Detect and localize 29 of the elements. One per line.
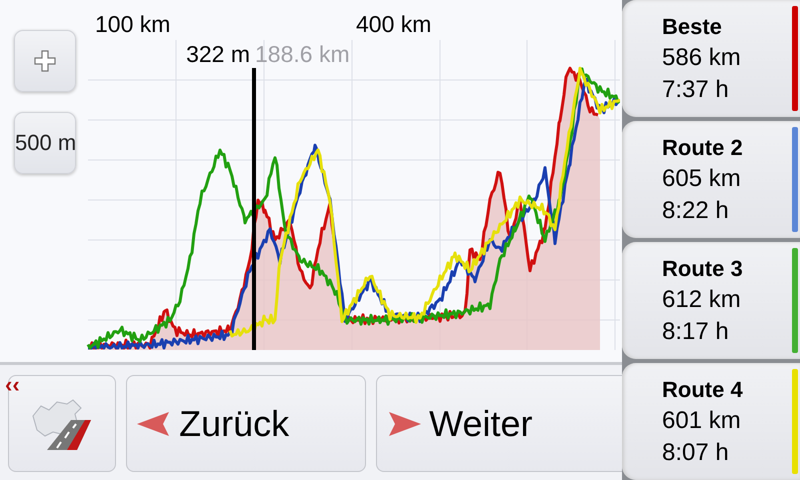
route-time: 8:22 h (662, 196, 730, 224)
route-distance: 605 km (662, 164, 742, 192)
left-arrow-icon (137, 410, 172, 436)
route-overview-button[interactable]: ‹‹ (8, 375, 116, 472)
nav-button[interactable]: Weiter (376, 375, 622, 472)
route-tab[interactable]: Route 4 601 km 8:07 h (622, 363, 800, 480)
distance-label: 400 km (356, 11, 432, 37)
route-time: 8:07 h (662, 438, 730, 466)
nav-button[interactable]: Zurück (126, 375, 366, 472)
zoom-scale-button[interactable]: 500 m (14, 112, 76, 174)
route-time: 7:37 h (662, 76, 730, 104)
back-mark: ‹‹ (5, 374, 20, 396)
plus-icon (34, 50, 56, 72)
distance-label: 100 km (95, 11, 170, 37)
cursor-distance: 188.6 km (255, 41, 350, 67)
route-distance: 612 km (662, 286, 742, 314)
route-tab[interactable]: Route 3 612 km 8:17 h (622, 242, 800, 359)
route-tab[interactable]: Beste 586 km 7:37 h (622, 0, 800, 117)
cursor-elevation: 322 m (186, 41, 250, 67)
route-time: 8:17 h (662, 318, 730, 346)
zoom-in-button[interactable] (14, 30, 76, 92)
route-tab[interactable]: Route 2 605 km 8:22 h (622, 121, 800, 238)
route-name: Beste (662, 14, 723, 40)
route-name: Route 2 (662, 134, 744, 160)
route-distance: 601 km (662, 406, 742, 434)
route-name: Route 4 (662, 376, 744, 402)
route-name: Route 3 (662, 256, 744, 282)
route-distance: 586 km (662, 44, 742, 72)
right-arrow-icon (387, 410, 422, 436)
